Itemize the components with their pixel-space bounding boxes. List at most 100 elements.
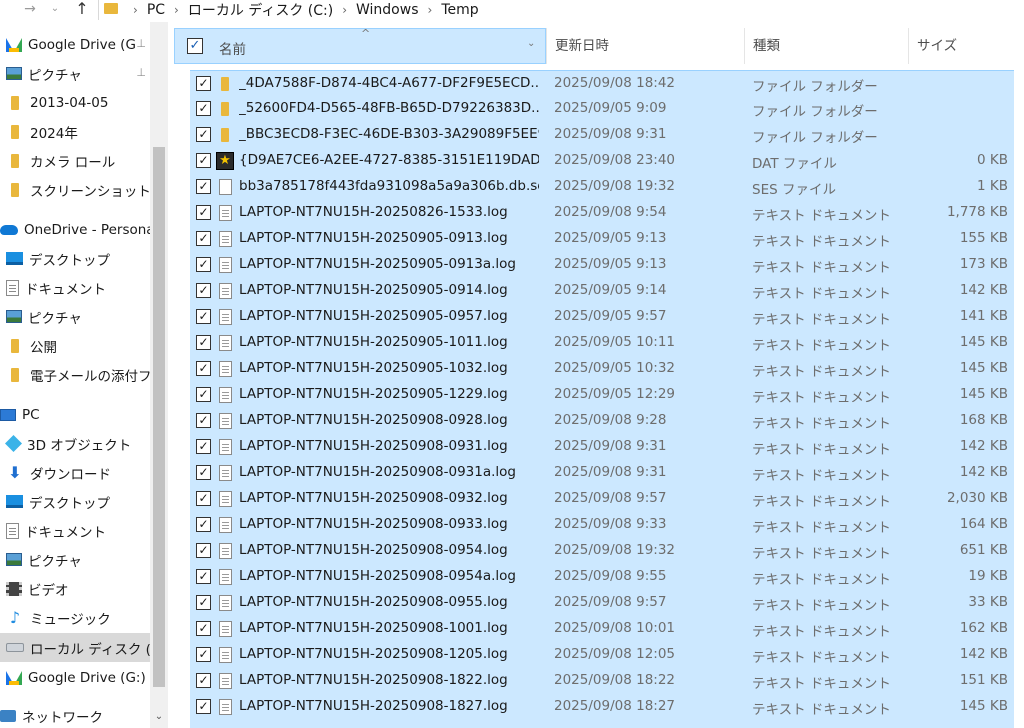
- row-checkbox[interactable]: ✓: [196, 439, 211, 454]
- sidebar-item[interactable]: デスクトップ: [0, 487, 150, 516]
- file-row[interactable]: ✓ _52600FD4-D565-48FB-B65D-D79226383D... 2…: [190, 96, 1014, 122]
- file-row[interactable]: ✓ LAPTOP-NT7NU15H-20250908-1001.log 2025/0…: [190, 616, 1014, 642]
- sidebar-item[interactable]: ローカル ディスク (C:): [0, 633, 150, 662]
- breadcrumb-chevron-icon[interactable]: ›: [419, 3, 442, 17]
- row-checkbox[interactable]: ✓: [196, 413, 211, 428]
- row-checkbox[interactable]: ✓: [196, 127, 211, 142]
- column-filter-dropdown-icon[interactable]: ⌄: [527, 38, 535, 49]
- file-row[interactable]: ✓ LAPTOP-NT7NU15H-20250908-0931a.log 2025/…: [190, 460, 1014, 486]
- row-checkbox[interactable]: ✓: [196, 699, 211, 714]
- file-row[interactable]: ✓ _BBC3ECD8-F3EC-46DE-B303-3A29089F5EE9 20…: [190, 122, 1014, 148]
- file-row[interactable]: ✓ LAPTOP-NT7NU15H-20250908-0954.log 2025/0…: [190, 538, 1014, 564]
- sidebar-item[interactable]: ネットワーク: [0, 701, 150, 728]
- row-checkbox[interactable]: ✓: [196, 231, 211, 246]
- breadcrumb-chevron-icon[interactable]: ›: [124, 3, 147, 17]
- sidebar-item[interactable]: 電子メールの添付フ: [0, 360, 150, 389]
- sidebar-item[interactable]: ビデオ: [0, 574, 150, 603]
- column-header-name[interactable]: ✓ 名前 ^ ⌄: [174, 27, 546, 64]
- file-row[interactable]: ✓ LAPTOP-NT7NU15H-20250908-0955.log 2025/0…: [190, 590, 1014, 616]
- file-row[interactable]: ✓ bb3a785178f443fda931098a5a9a306b.db.ses…: [190, 174, 1014, 200]
- folder-icon: [11, 182, 19, 197]
- sidebar-item[interactable]: PC: [0, 400, 150, 429]
- file-row[interactable]: ✓ LAPTOP-NT7NU15H-20250905-0914.log 2025/0…: [190, 278, 1014, 304]
- column-header-size[interactable]: サイズ: [908, 28, 1024, 64]
- breadcrumb-item[interactable]: Windows: [356, 2, 419, 18]
- row-checkbox[interactable]: ✓: [196, 335, 211, 350]
- row-checkbox[interactable]: ✓: [196, 283, 211, 298]
- file-type: テキスト ドキュメント: [752, 572, 891, 588]
- row-checkbox[interactable]: ✓: [196, 491, 211, 506]
- file-row[interactable]: ✓ LAPTOP-NT7NU15H-20250908-1827.log 2025/0…: [190, 694, 1014, 720]
- breadcrumb-chevron-icon[interactable]: ›: [165, 3, 188, 17]
- sidebar-item[interactable]: 2024年: [0, 117, 150, 146]
- sidebar-item[interactable]: ⬇ ダウンロード: [0, 458, 150, 487]
- sidebar-item[interactable]: ピクチャ ⊥: [0, 59, 150, 88]
- breadcrumb[interactable]: › PC › ローカル ディスク (C:) › Windows › Temp: [124, 0, 479, 20]
- row-checkbox[interactable]: ✓: [196, 257, 211, 272]
- file-row[interactable]: ✓ LAPTOP-NT7NU15H-20250908-1205.log 2025/0…: [190, 642, 1014, 668]
- scrollbar-thumb[interactable]: [153, 147, 165, 687]
- row-checkbox[interactable]: ✓: [196, 517, 211, 532]
- file-row[interactable]: ✓ LAPTOP-NT7NU15H-20250905-1032.log 2025/0…: [190, 356, 1014, 382]
- row-checkbox[interactable]: ✓: [196, 543, 211, 558]
- file-row[interactable]: ✓ LAPTOP-NT7NU15H-20250908-0928.log 2025/0…: [190, 408, 1014, 434]
- file-row[interactable]: ✓ LAPTOP-NT7NU15H-20250826-1533.log 2025/0…: [190, 200, 1014, 226]
- file-name: LAPTOP-NT7NU15H-20250908-0955.log: [239, 594, 508, 610]
- file-row[interactable]: ✓ LAPTOP-NT7NU15H-20250905-0913a.log 2025/…: [190, 252, 1014, 278]
- row-checkbox[interactable]: ✓: [196, 153, 211, 168]
- sidebar-item[interactable]: ♪ ミュージック: [0, 603, 150, 632]
- breadcrumb-chevron-icon[interactable]: ›: [333, 3, 356, 17]
- sidebar-item[interactable]: 公開: [0, 331, 150, 360]
- row-checkbox[interactable]: ✓: [196, 309, 211, 324]
- sidebar-item[interactable]: ピクチャ: [0, 302, 150, 331]
- row-checkbox[interactable]: ✓: [196, 361, 211, 376]
- column-header-date[interactable]: 更新日時: [546, 28, 744, 64]
- sidebar-item[interactable]: Google Drive (G:): [0, 663, 150, 692]
- file-row[interactable]: ✓ LAPTOP-NT7NU15H-20250908-0932.log 2025/0…: [190, 486, 1014, 512]
- file-row[interactable]: ✓ LAPTOP-NT7NU15H-20250905-1011.log 2025/0…: [190, 330, 1014, 356]
- row-checkbox[interactable]: ✓: [196, 465, 211, 480]
- row-checkbox[interactable]: ✓: [196, 101, 211, 116]
- row-checkbox[interactable]: ✓: [196, 595, 211, 610]
- file-row[interactable]: ✓ LAPTOP-NT7NU15H-20250908-0931.log 2025/0…: [190, 434, 1014, 460]
- sidebar-item[interactable]: OneDrive - Persona: [0, 215, 150, 244]
- select-all-checkbox[interactable]: ✓: [187, 38, 203, 54]
- sidebar-item[interactable]: カメラ ロール: [0, 146, 150, 175]
- sidebar-item[interactable]: ドキュメント: [0, 273, 150, 302]
- sidebar-item[interactable]: ピクチャ: [0, 545, 150, 574]
- file-row[interactable]: ✓ _4DA7588F-D874-4BC4-A677-DF2F9E5ECD... 2…: [190, 70, 1014, 96]
- breadcrumb-item[interactable]: Temp: [441, 2, 478, 18]
- scroll-down-button[interactable]: ⌄: [150, 708, 168, 726]
- navigation-scrollbar[interactable]: ⌄: [150, 22, 168, 728]
- file-row[interactable]: ✓ LAPTOP-NT7NU15H-20250905-0913.log 2025/0…: [190, 226, 1014, 252]
- row-checkbox[interactable]: ✓: [196, 76, 211, 91]
- breadcrumb-item[interactable]: PC: [147, 2, 165, 18]
- up-button[interactable]: ↑: [72, 0, 92, 20]
- file-row[interactable]: ✓ LAPTOP-NT7NU15H-20250905-0957.log 2025/0…: [190, 304, 1014, 330]
- sidebar-item[interactable]: デスクトップ: [0, 244, 150, 273]
- sidebar-item[interactable]: Google Drive (G ⊥: [0, 30, 150, 59]
- file-row[interactable]: ✓ LAPTOP-NT7NU15H-20250905-1229.log 2025/0…: [190, 382, 1014, 408]
- file-row[interactable]: ✓ LAPTOP-NT7NU15H-20250908-1822.log 2025/0…: [190, 668, 1014, 694]
- row-checkbox[interactable]: ✓: [196, 647, 211, 662]
- sidebar-item[interactable]: 2013-04-05: [0, 88, 150, 117]
- file-row[interactable]: ✓ LAPTOP-NT7NU15H-20250908-0954a.log 2025/…: [190, 564, 1014, 590]
- row-checkbox[interactable]: ✓: [196, 621, 211, 636]
- row-checkbox[interactable]: ✓: [196, 673, 211, 688]
- row-checkbox[interactable]: ✓: [196, 179, 211, 194]
- file-row[interactable]: ✓ ★ {D9AE7CE6-A2EE-4727-8385-3151E119DAD..…: [190, 148, 1014, 174]
- forward-button[interactable]: →: [20, 0, 40, 20]
- sidebar-item[interactable]: スクリーンショット: [0, 175, 150, 204]
- column-header-type[interactable]: 種類: [744, 28, 908, 64]
- file-row[interactable]: ✓ LAPTOP-NT7NU15H-20250908-0933.log 2025/0…: [190, 512, 1014, 538]
- desktop-icon: [6, 495, 23, 508]
- row-checkbox[interactable]: ✓: [196, 569, 211, 584]
- file-name: LAPTOP-NT7NU15H-20250908-0931a.log: [239, 464, 516, 480]
- sidebar-item[interactable]: ドキュメント: [0, 516, 150, 545]
- text-document-icon: [219, 621, 232, 637]
- row-checkbox[interactable]: ✓: [196, 387, 211, 402]
- row-checkbox[interactable]: ✓: [196, 205, 211, 220]
- breadcrumb-item[interactable]: ローカル ディスク (C:): [188, 0, 333, 20]
- recent-locations-button[interactable]: ⌄: [48, 0, 62, 20]
- sidebar-item[interactable]: 3D オブジェクト: [0, 429, 150, 458]
